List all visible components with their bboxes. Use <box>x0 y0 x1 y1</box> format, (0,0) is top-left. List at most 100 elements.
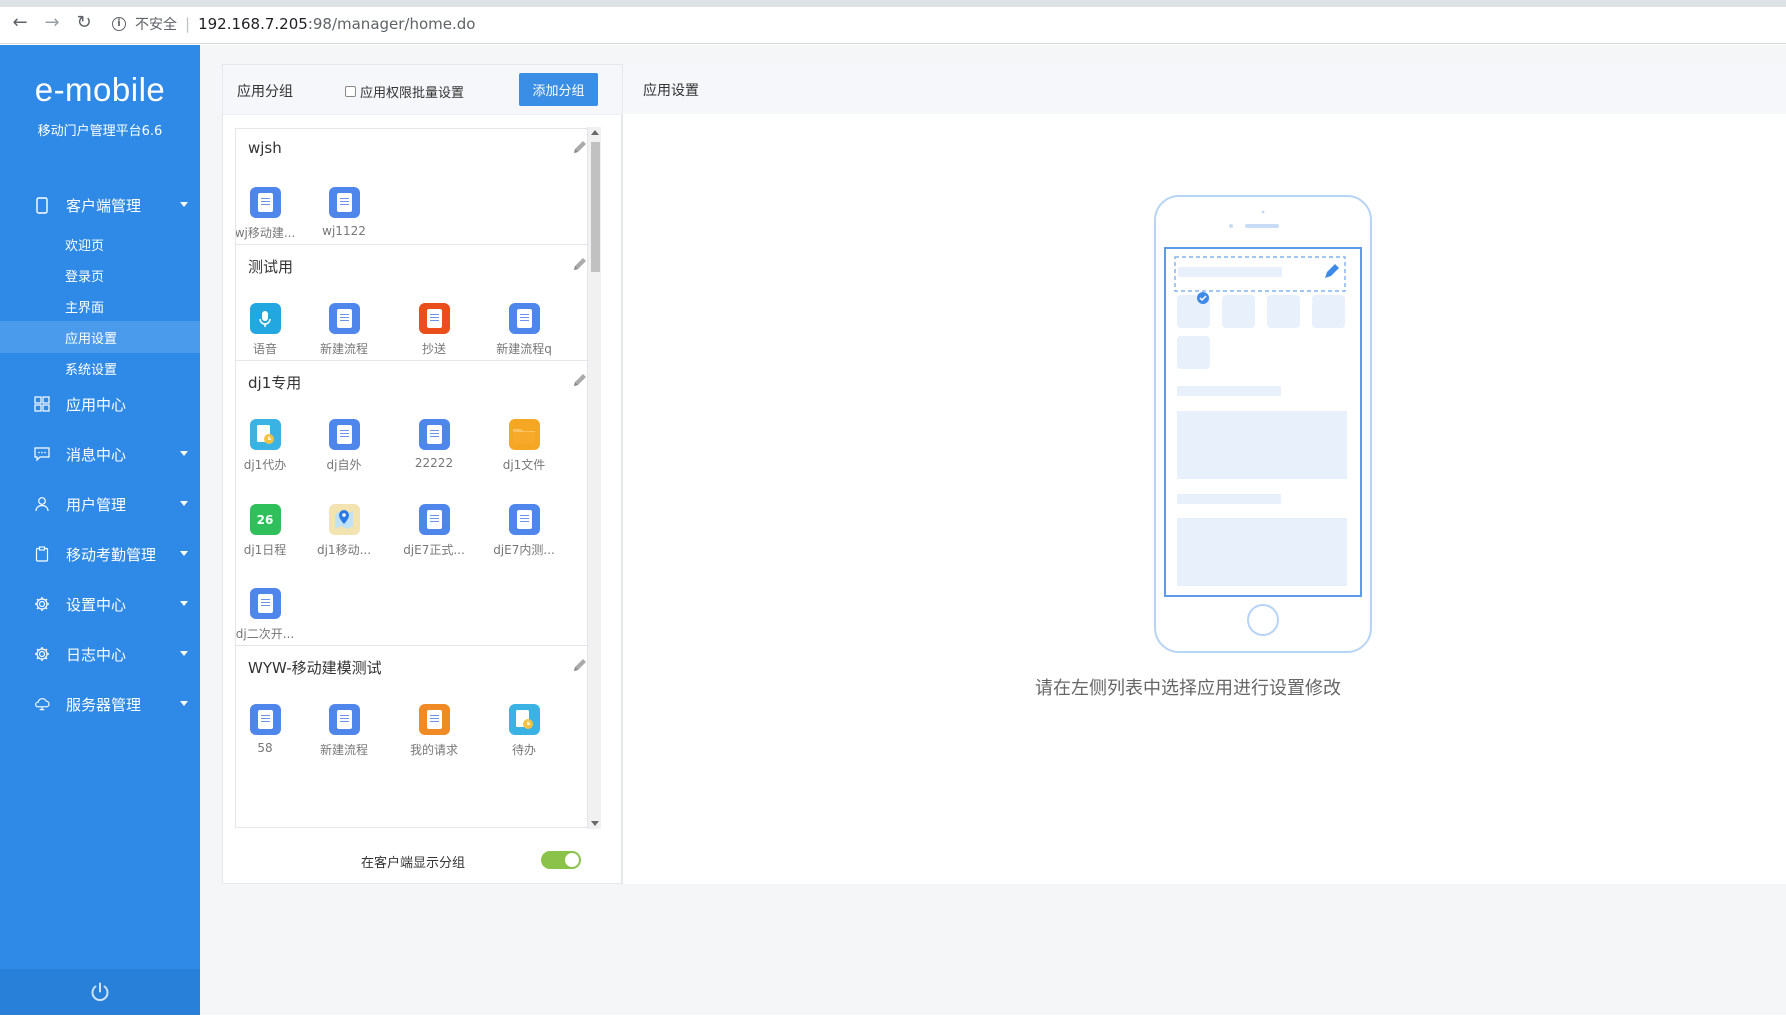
app-tile[interactable]: 22222 <box>389 419 479 470</box>
edit-pencil-icon[interactable] <box>572 657 588 673</box>
app-group-title: 应用分组 <box>237 84 293 100</box>
app-tile[interactable]: djE7内测... <box>479 504 569 558</box>
doc-icon <box>418 704 450 735</box>
app-tile[interactable]: 新建流程q <box>479 303 569 357</box>
add-group-button[interactable]: 添加分组 <box>519 73 598 106</box>
forward-icon[interactable]: → <box>43 14 61 32</box>
group-card[interactable]: WYW-移动建模测试 58 新建流程 我的请求 待办 <box>236 647 598 767</box>
submenu-main[interactable]: 主界面 <box>0 290 200 322</box>
show-group-row: 在客户端显示分组 <box>223 845 623 875</box>
edit-pencil-icon[interactable] <box>572 139 588 155</box>
app-subtitle: 移动门户管理平台6.6 <box>37 124 163 139</box>
app-tile[interactable]: wj1122 <box>299 187 389 238</box>
scroll-up-arrow-icon[interactable] <box>591 130 599 135</box>
show-group-label: 在客户端显示分组 <box>361 856 466 871</box>
main-content: 应用分组 应用权限批量设置 添加分组 wjsh wj移动建... wj1122 <box>200 45 1786 1015</box>
gear-icon <box>34 646 50 662</box>
menu-label: 消息中心 <box>66 445 127 464</box>
doc-icon <box>249 187 281 218</box>
group-list[interactable]: wjsh wj移动建... wj1122 测试用 语音 新建流程 抄送 新建流程… <box>235 128 599 828</box>
app-tile[interactable]: 抄送 <box>389 303 479 357</box>
app-settings-header: 应用设置 <box>623 64 1786 114</box>
menu-label: 设置中心 <box>66 595 127 614</box>
doc-icon <box>249 704 281 735</box>
app-label: 新建流程 <box>319 342 368 356</box>
doc-icon <box>418 419 450 450</box>
group-list-scrollbar[interactable] <box>587 127 601 829</box>
app-label: dj1文件 <box>502 458 546 472</box>
menu-server-management[interactable]: 服务器管理 <box>0 686 200 722</box>
doc-icon <box>418 504 450 535</box>
app-logo: e-mobile <box>34 71 166 108</box>
group-card[interactable]: 测试用 语音 新建流程 抄送 新建流程q <box>236 246 598 361</box>
app-settings-panel: 应用设置 请在左侧列表中选择应用进行设置修改 <box>622 64 1786 884</box>
doc-icon <box>418 303 450 334</box>
app-label: 22222 <box>414 456 454 470</box>
doc-icon <box>328 187 360 218</box>
app-tile[interactable]: djE7正式... <box>389 504 479 558</box>
caret-down-icon <box>180 451 188 456</box>
app-tile[interactable]: dj二次开... <box>236 588 310 642</box>
reload-icon[interactable]: ↻ <box>75 14 93 32</box>
menu-client-management[interactable]: 客户端管理 <box>0 187 200 223</box>
address-separator: | <box>185 15 191 33</box>
app-label: djE7正式... <box>403 543 465 557</box>
empty-state-hint: 请在左侧列表中选择应用进行设置修改 <box>1035 678 1341 699</box>
app-tile[interactable]: 新建流程 <box>299 704 389 758</box>
folder-icon <box>508 419 540 450</box>
app-tile[interactable]: dj1文件 <box>479 419 569 473</box>
calendar-icon: 26 <box>249 504 281 535</box>
show-group-toggle[interactable] <box>541 851 581 869</box>
info-icon[interactable]: i <box>112 17 126 31</box>
caret-down-icon <box>180 202 188 207</box>
url-path: :98/manager/home.do <box>307 15 476 33</box>
doc-icon <box>249 588 281 619</box>
app-tile[interactable]: 新建流程 <box>299 303 389 357</box>
menu-attendance[interactable]: 移动考勤管理 <box>0 536 200 572</box>
batch-permission-checkbox[interactable]: 应用权限批量设置 <box>345 82 464 101</box>
menu-label: 日志中心 <box>66 645 127 664</box>
doc-icon <box>508 303 540 334</box>
app-group-header: 应用分组 应用权限批量设置 添加分组 <box>223 65 623 115</box>
power-button[interactable] <box>0 969 200 1015</box>
menu-label: 服务器管理 <box>66 695 142 714</box>
app-label: 新建流程 <box>319 743 368 757</box>
app-tile[interactable]: dj1移动... <box>299 504 389 558</box>
back-icon[interactable]: ← <box>11 14 29 32</box>
app-tile[interactable]: 待办 <box>479 704 569 758</box>
doc-icon <box>328 419 360 450</box>
group-card[interactable]: wjsh wj移动建... wj1122 <box>236 129 598 245</box>
group-card[interactable]: dj1专用 dj1代办 dj自外 22222 dj1文件 26 dj1日程 dj… <box>236 362 598 646</box>
edit-pencil-icon[interactable] <box>572 372 588 388</box>
menu-message-center[interactable]: 消息中心 <box>0 436 200 472</box>
submenu-system-settings[interactable]: 系统设置 <box>0 352 200 384</box>
submenu-app-settings[interactable]: 应用设置 <box>0 321 200 353</box>
app-label: dj自外 <box>326 458 362 472</box>
menu-log-center[interactable]: 日志中心 <box>0 636 200 672</box>
scroll-thumb[interactable] <box>591 142 600 272</box>
doc-icon <box>508 504 540 535</box>
caret-down-icon <box>180 601 188 606</box>
checkbox-box[interactable] <box>345 86 356 97</box>
menu-label: 客户端管理 <box>66 196 142 215</box>
menu-user-management[interactable]: 用户管理 <box>0 486 200 522</box>
caret-down-icon <box>180 701 188 706</box>
submenu-welcome[interactable]: 欢迎页 <box>0 228 200 260</box>
app-tile[interactable]: 我的请求 <box>389 704 479 758</box>
map-pin-icon <box>328 504 360 535</box>
menu-app-center[interactable]: 应用中心 <box>0 386 200 422</box>
app-settings-title: 应用设置 <box>643 83 699 99</box>
scroll-down-arrow-icon[interactable] <box>591 821 599 826</box>
app-center-icon <box>34 396 50 412</box>
menu-settings-center[interactable]: 设置中心 <box>0 586 200 622</box>
address-bar[interactable]: i 不安全 | 192.168.7.205:98/manager/home.do <box>112 14 475 34</box>
doc-icon <box>328 704 360 735</box>
app-tile[interactable]: dj自外 <box>299 419 389 473</box>
browser-toolbar: ← → ↻ i 不安全 | 192.168.7.205:98/manager/h… <box>0 0 1786 44</box>
edit-pencil-icon[interactable] <box>572 256 588 272</box>
user-icon <box>34 496 50 512</box>
submenu-login[interactable]: 登录页 <box>0 259 200 291</box>
caret-down-icon <box>180 651 188 656</box>
caret-down-icon <box>180 501 188 506</box>
message-icon <box>34 446 50 462</box>
